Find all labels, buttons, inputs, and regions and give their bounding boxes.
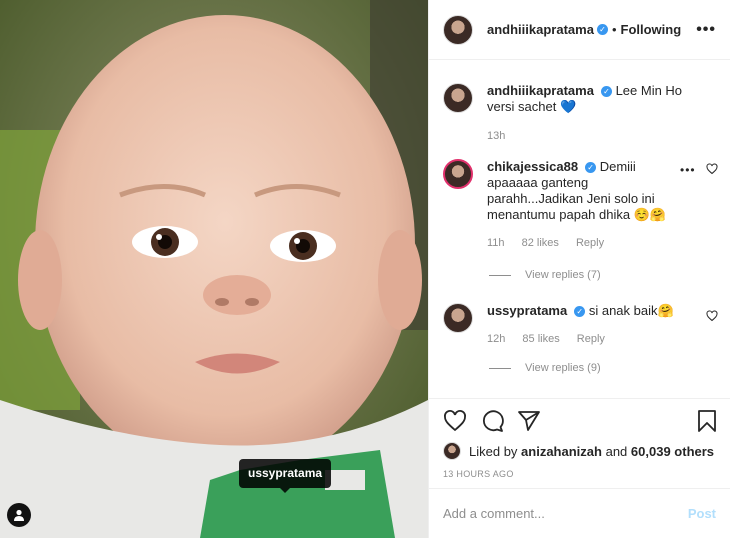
post-actions: Liked by anizahanizah and 60,039 others …	[429, 398, 730, 488]
comment-time[interactable]: 12h	[487, 333, 505, 345]
author-username[interactable]: andhiiikapratama	[487, 22, 594, 37]
view-replies-label[interactable]: View replies (7)	[525, 269, 601, 281]
post-photo[interactable]: ussypratama	[0, 0, 428, 538]
comment-likes[interactable]: 82 likes	[522, 237, 559, 249]
author-avatar[interactable]	[443, 14, 473, 45]
share-paper-plane-icon[interactable]	[517, 409, 541, 433]
comment-like-heart-icon[interactable]	[706, 163, 718, 175]
comment-more-icon[interactable]: •••	[680, 163, 696, 177]
comment-username[interactable]: chikajessica88	[487, 159, 578, 174]
comment-item: ussypratama ✓ si anak baik🤗 12h 85 likes …	[443, 303, 718, 347]
verified-badge-icon: ✓	[596, 24, 608, 35]
baby-photo-image	[0, 0, 428, 538]
comment-time[interactable]: 11h	[487, 237, 505, 249]
header-separator: •	[611, 22, 617, 37]
like-heart-icon[interactable]	[443, 409, 467, 433]
likes-summary: Liked by anizahanizah and 60,039 others	[443, 442, 714, 460]
view-replies-button[interactable]: View replies (7)	[489, 269, 601, 281]
comment-input[interactable]	[443, 506, 680, 521]
caption-avatar[interactable]	[443, 83, 473, 113]
comment-username[interactable]: ussypratama	[487, 303, 567, 318]
comment-bubble-icon[interactable]	[480, 409, 504, 433]
post-comment-button[interactable]: Post	[688, 506, 716, 521]
reply-button[interactable]: Reply	[577, 333, 605, 345]
liker-username[interactable]: anizahanizah	[521, 444, 602, 459]
user-tag-button[interactable]	[7, 503, 31, 527]
save-bookmark-icon[interactable]	[696, 409, 718, 433]
comment-text: si anak baik🤗	[588, 303, 674, 318]
following-button[interactable]: Following	[621, 22, 682, 37]
person-icon	[14, 509, 24, 521]
replies-line	[489, 367, 511, 369]
commenter-avatar[interactable]	[443, 159, 473, 189]
more-options-icon[interactable]: •••	[696, 21, 716, 39]
reply-button[interactable]: Reply	[576, 237, 604, 249]
post-timestamp[interactable]: 13 HOURS AGO	[443, 469, 514, 479]
comments-list[interactable]: andhiiikapratama ✓ Lee Min Ho versi sache…	[429, 61, 730, 398]
verified-badge-icon: ✓	[600, 86, 612, 98]
commenter-avatar[interactable]	[443, 303, 473, 333]
view-replies-button[interactable]: View replies (9)	[489, 362, 601, 374]
caption-username[interactable]: andhiiikapratama	[487, 83, 594, 98]
post-side-panel: andhiiikapratama ✓ • Following ••• andhi…	[428, 0, 730, 538]
post-header: andhiiikapratama ✓ • Following •••	[429, 0, 730, 60]
user-tag-tooltip[interactable]: ussypratama	[239, 459, 332, 493]
verified-badge-icon: ✓	[585, 162, 597, 174]
comment-like-heart-icon[interactable]	[706, 310, 718, 322]
comment-likes[interactable]: 85 likes	[522, 333, 559, 345]
liker-avatar[interactable]	[443, 442, 461, 460]
replies-line	[489, 274, 511, 276]
caption: andhiiikapratama ✓ Lee Min Ho versi sache…	[443, 83, 718, 144]
add-comment-bar: Post	[429, 488, 730, 538]
caption-time[interactable]: 13h	[487, 130, 505, 142]
likes-prefix: Liked by	[469, 443, 518, 459]
verified-badge-icon: ✓	[574, 306, 586, 318]
likes-middle: and	[605, 443, 628, 459]
comment-item: chikajessica88 ✓ Demiii apaaaaa ganteng p…	[443, 159, 718, 251]
view-replies-label[interactable]: View replies (9)	[525, 362, 601, 374]
likes-others[interactable]: 60,039 others	[631, 444, 714, 459]
